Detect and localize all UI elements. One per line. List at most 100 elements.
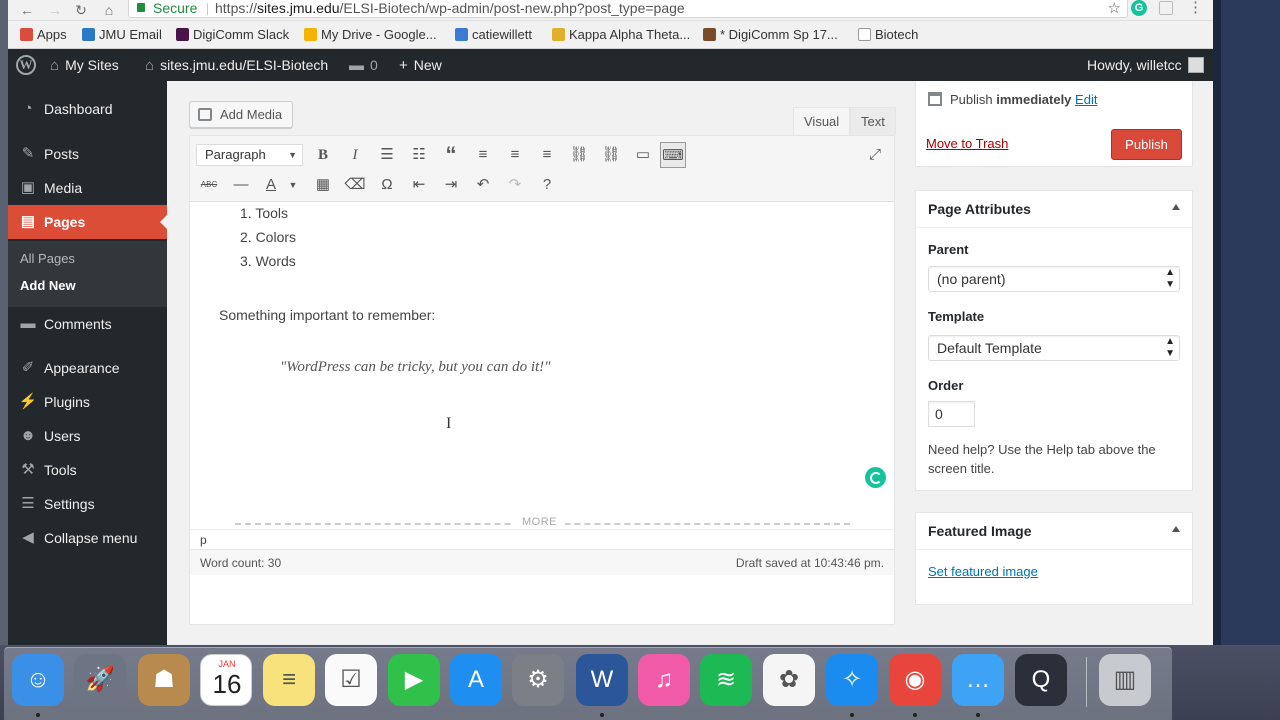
new-content-menu[interactable]: + New (399, 49, 442, 81)
bookmark-digicomm-slack[interactable]: DigiComm Slack (176, 27, 289, 42)
fullscreen-icon[interactable]: ⤢ (862, 142, 888, 168)
sidebar-item-posts[interactable]: ✎ Posts (8, 137, 167, 171)
align-left-icon[interactable]: ≡ (470, 142, 496, 168)
horizontal-line-icon[interactable]: — (228, 172, 254, 198)
grammarly-extension-icon[interactable]: G (1131, 0, 1147, 16)
sidebar-item-users[interactable]: ☻ Users (8, 419, 167, 453)
sidebar-item-settings[interactable]: ☰ Settings (8, 487, 167, 521)
home-icon: ⌂ (145, 57, 155, 74)
outdent-icon[interactable]: ⇤ (406, 172, 432, 198)
contacts-glyph: ☗ (153, 666, 175, 693)
spotify-icon[interactable]: ≋ (700, 654, 752, 706)
bookmark-kappa-alpha-theta[interactable]: Kappa Alpha Theta... (552, 27, 690, 42)
link-icon[interactable]: ⛓ (566, 142, 592, 168)
system-preferences-icon[interactable]: ⚙ (512, 654, 564, 706)
word-icon[interactable]: W (576, 654, 628, 706)
bulleted-list-icon[interactable]: ☰ (374, 142, 400, 168)
help-icon[interactable]: ? (534, 172, 560, 198)
safari-icon[interactable]: ✧ (826, 654, 878, 706)
messages-icon[interactable]: … (952, 654, 1004, 706)
user-account-menu[interactable]: Howdy, willetcc (1087, 49, 1204, 81)
paste-as-text-icon[interactable]: ▦ (310, 172, 336, 198)
publish-button[interactable]: Publish (1111, 129, 1182, 160)
parent-select[interactable]: (no parent) ▲ ▼ (928, 266, 1180, 292)
trash-icon[interactable]: ▥ (1099, 654, 1151, 706)
reminders-icon[interactable]: ☑ (325, 654, 377, 706)
set-featured-image-link[interactable]: Set featured image (928, 564, 1038, 579)
bookmark-apps[interactable]: Apps (20, 27, 67, 42)
align-center-icon[interactable]: ≡ (502, 142, 528, 168)
add-media-button[interactable]: Add Media (189, 101, 293, 128)
format-select[interactable]: Paragraph ▼ (196, 144, 303, 166)
bookmark-label: Biotech (875, 27, 919, 42)
submenu-all-pages[interactable]: All Pages (20, 251, 75, 266)
back-arrow-icon[interactable]: ← (18, 1, 36, 19)
strikethrough-icon[interactable]: ABC (196, 172, 222, 198)
sidebar-item-tools[interactable]: ⚒ Tools (8, 453, 167, 487)
toolbar-toggle-icon[interactable]: ⌨ (660, 142, 686, 168)
itunes-icon[interactable]: ♫ (638, 654, 690, 706)
bookmark-star-icon[interactable]: ☆ (1108, 0, 1121, 17)
tab-text[interactable]: Text (850, 107, 896, 135)
align-right-icon[interactable]: ≡ (534, 142, 560, 168)
sidebar-item-dashboard[interactable]: ◔ Dashboard (8, 92, 167, 126)
reload-icon[interactable]: ↻ (72, 1, 90, 19)
collapse-toggle-icon[interactable] (1172, 204, 1180, 210)
sidebar-item-plugins[interactable]: ⚡ Plugins (8, 385, 167, 419)
launchpad-icon[interactable]: 🚀 (74, 654, 126, 706)
sidebar-item-collapse-menu[interactable]: ◀ Collapse menu (8, 521, 167, 555)
photos-icon[interactable]: ✿ (763, 654, 815, 706)
bookmark-catiewillett[interactable]: catiewillett (455, 27, 532, 42)
omnibox[interactable]: Secure https://sites.jmu.edu/ELSI-Biotec… (128, 0, 1128, 18)
app-store-icon[interactable]: A (450, 654, 502, 706)
facetime-icon[interactable]: ▶ (388, 654, 440, 706)
unlink-icon[interactable]: ⛓ (598, 142, 624, 168)
sidebar-item-pages[interactable]: ▤ Pages (8, 205, 168, 239)
sidebar-item-appearance[interactable]: ✐ Appearance (8, 351, 167, 385)
bookmark-my-drive[interactable]: My Drive - Google... (304, 27, 437, 42)
quicktime-icon[interactable]: Q (1015, 654, 1067, 706)
blockquote-icon[interactable]: “ (438, 142, 464, 168)
chrome-icon[interactable]: ◉ (889, 654, 941, 706)
undo-icon[interactable]: ↶ (470, 172, 496, 198)
bookmark-digicomm-sp17[interactable]: * DigiComm Sp 17... (703, 27, 838, 42)
template-select[interactable]: Default Template ▲ ▼ (928, 335, 1180, 361)
list-item: 1. Tools (240, 205, 288, 221)
my-sites-menu[interactable]: ⌂ My Sites (50, 49, 119, 81)
chrome-menu-icon[interactable]: ⋮ (1188, 0, 1203, 16)
comments-menu[interactable]: ▬ 0 (349, 49, 378, 81)
indent-icon[interactable]: ⇥ (438, 172, 464, 198)
site-name-menu[interactable]: ⌂ sites.jmu.edu/ELSI-Biotech (145, 49, 328, 81)
notes-icon[interactable]: ≡ (263, 654, 315, 706)
order-input[interactable]: 0 (928, 401, 975, 427)
read-more-icon[interactable]: ▭ (630, 142, 656, 168)
text-color-chevron-icon[interactable]: ▼ (280, 172, 306, 198)
finder-icon[interactable]: ☺ (12, 654, 64, 706)
home-icon[interactable]: ⌂ (100, 1, 118, 19)
bookmark-label: My Drive - Google... (321, 27, 437, 42)
bold-icon[interactable]: B (310, 142, 336, 168)
clear-formatting-icon[interactable]: ⌫ (342, 172, 368, 198)
sidebar-item-media[interactable]: ▣ Media (8, 171, 167, 205)
bookmark-biotech[interactable]: Biotech (858, 27, 918, 42)
select-arrows-icon: ▲ ▼ (1165, 336, 1175, 359)
tab-visual[interactable]: Visual (793, 107, 851, 135)
wordpress-logo-icon[interactable]: W (16, 55, 36, 75)
grammarly-status-icon[interactable] (865, 467, 886, 488)
format-select-value: Paragraph (205, 147, 266, 162)
submenu-add-new[interactable]: Add New (20, 278, 76, 293)
sidebar-item-comments[interactable]: ▬ Comments (8, 307, 167, 341)
collapse-toggle-icon[interactable] (1172, 526, 1180, 532)
bookmark-jmu-email[interactable]: JMU Email (82, 27, 162, 42)
url-text[interactable]: https://sites.jmu.edu/ELSI-Biotech/wp-ad… (215, 0, 685, 17)
italic-icon[interactable]: I (342, 142, 368, 168)
contacts-icon[interactable]: ☗ (138, 654, 190, 706)
numbered-list-icon[interactable]: ☷ (406, 142, 432, 168)
move-to-trash-link[interactable]: Move to Trash (926, 136, 1008, 151)
special-character-icon[interactable]: Ω (374, 172, 400, 198)
redo-icon[interactable]: ↷ (502, 172, 528, 198)
edit-publish-date-link[interactable]: Edit (1075, 92, 1097, 107)
forward-arrow-icon[interactable]: → (46, 1, 64, 19)
extension-icon[interactable] (1159, 1, 1173, 15)
calendar-icon[interactable]: JAN 16 (200, 654, 252, 706)
